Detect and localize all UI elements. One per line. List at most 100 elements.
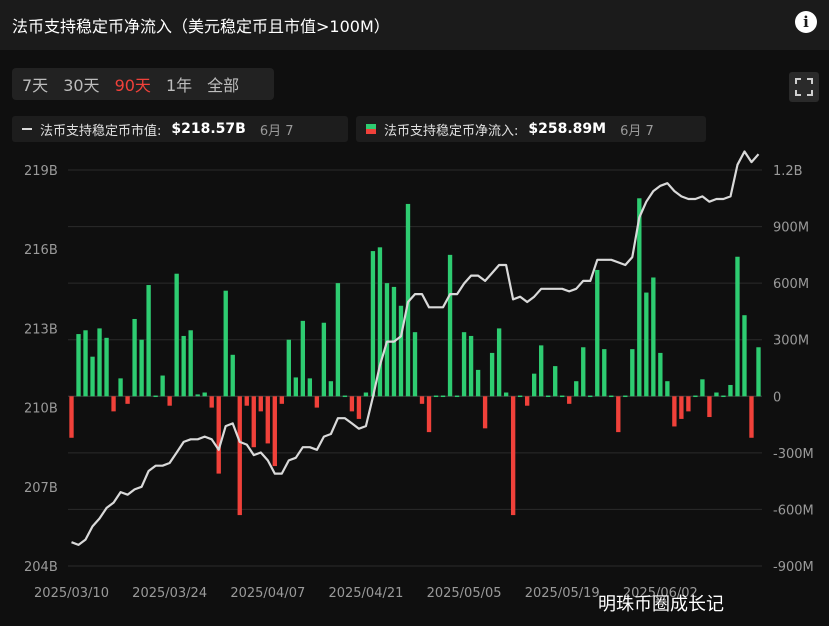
y-right-tick-label: 300M	[773, 334, 809, 349]
inflow-bar	[461, 332, 467, 397]
inflow-bar	[356, 396, 362, 419]
inflow-bar	[658, 352, 663, 397]
y-right-tick-label: 0	[773, 390, 781, 405]
inflow-bar	[546, 395, 551, 398]
inflow-bar	[602, 349, 607, 397]
inflow-bar	[111, 396, 116, 412]
inflow-bar	[300, 320, 306, 397]
inflow-bar	[286, 339, 291, 397]
inflow-bar	[97, 328, 102, 397]
inflow-bar	[489, 352, 495, 397]
inflow-bar	[440, 395, 446, 398]
inflow-bar	[370, 251, 376, 397]
inflow-bar	[293, 377, 299, 397]
x-tick-label: 2025/05/05	[427, 586, 502, 601]
inflow-bar	[153, 395, 158, 398]
inflow-bar	[272, 396, 277, 467]
inflow-bar	[482, 396, 488, 429]
inflow-bar	[69, 396, 74, 438]
inflow-bar	[714, 392, 719, 397]
inflow-bar	[188, 330, 193, 397]
inflow-bar	[503, 392, 509, 397]
inflow-bar	[742, 315, 747, 397]
inflow-bar	[756, 347, 761, 397]
inflow-bar	[728, 384, 733, 397]
y-right-tick-label: -600M	[773, 503, 814, 518]
inflow-bar	[707, 396, 712, 418]
inflow-bar	[363, 392, 369, 397]
inflow-bar	[237, 396, 242, 516]
inflow-bar	[524, 396, 530, 406]
inflow-bar	[616, 396, 621, 433]
inflow-bar	[686, 396, 691, 412]
inflow-bar	[167, 396, 172, 406]
x-tick-label: 2025/05/19	[525, 586, 600, 601]
inflow-bar	[104, 337, 109, 397]
inflow-bar	[349, 396, 355, 412]
inflow-bar	[251, 396, 256, 448]
inflow-bar	[630, 349, 635, 397]
inflow-bar	[749, 396, 754, 438]
inflow-bar	[581, 347, 586, 397]
inflow-bar	[700, 379, 705, 397]
inflow-bar	[132, 318, 137, 397]
inflow-bar	[202, 392, 207, 397]
inflow-bar	[216, 396, 221, 474]
inflow-bar	[609, 395, 614, 398]
inflow-bar	[160, 375, 165, 397]
inflow-bar	[588, 395, 593, 398]
inflow-bar	[623, 395, 628, 398]
inflow-bar	[258, 396, 263, 412]
stablecoin-chart: -900M -600M -300M 0 300M 600M 900M 1.2B 204B 207B…	[24, 150, 814, 601]
inflow-bar	[265, 396, 270, 444]
inflow-bar	[531, 373, 537, 397]
inflow-bar	[279, 396, 284, 404]
inflow-bar	[412, 332, 418, 397]
y-left-tick-label: 210B	[24, 402, 58, 417]
y-left-tick-label: 207B	[24, 481, 58, 496]
y-left-tick-label: 204B	[24, 560, 58, 575]
inflow-bar	[328, 381, 334, 397]
inflow-bar	[433, 395, 439, 398]
inflow-bar	[665, 381, 670, 397]
inflow-bar	[335, 283, 341, 397]
inflow-bar	[553, 366, 558, 397]
inflow-bar	[517, 395, 523, 398]
inflow-bar	[496, 328, 502, 397]
x-tick-label: 2025/03/24	[132, 586, 207, 601]
inflow-bar	[419, 396, 425, 404]
y-right-tick-label: 900M	[773, 221, 809, 236]
inflow-bar	[146, 285, 151, 397]
inflow-bar	[426, 396, 432, 433]
inflow-bar	[139, 339, 144, 397]
y-left-tick-label: 219B	[24, 164, 58, 179]
inflow-bar	[574, 381, 579, 397]
y-right-tick-label: 1.2B	[773, 164, 803, 179]
inflow-bar	[693, 395, 698, 398]
inflow-bar	[468, 335, 474, 397]
y-right-tick-label: 600M	[773, 277, 809, 292]
inflow-bar	[209, 396, 214, 408]
y-right-tick-label: -900M	[773, 560, 814, 575]
inflow-bar	[447, 254, 453, 397]
inflow-bar	[118, 378, 123, 397]
inflow-bar	[230, 354, 235, 397]
x-tick-label: 2025/03/10	[34, 586, 109, 601]
x-tick-label: 2025/04/07	[230, 586, 305, 601]
inflow-bar	[560, 395, 565, 398]
inflow-bar	[539, 345, 544, 397]
inflow-bar	[195, 394, 200, 397]
inflow-bar	[567, 396, 572, 404]
inflow-bar	[307, 378, 313, 397]
inflow-bar	[735, 256, 740, 397]
inflow-bar	[721, 395, 726, 398]
inflow-bar	[83, 330, 88, 397]
inflow-bar	[679, 396, 684, 419]
inflow-bar	[90, 356, 95, 397]
inflow-bar	[223, 290, 228, 397]
y-left-tick-label: 213B	[24, 322, 58, 337]
inflow-bar	[454, 395, 460, 398]
inflow-bar	[398, 305, 404, 397]
x-tick-label: 2025/04/21	[328, 586, 403, 601]
y-right-tick-label: -300M	[773, 447, 814, 462]
